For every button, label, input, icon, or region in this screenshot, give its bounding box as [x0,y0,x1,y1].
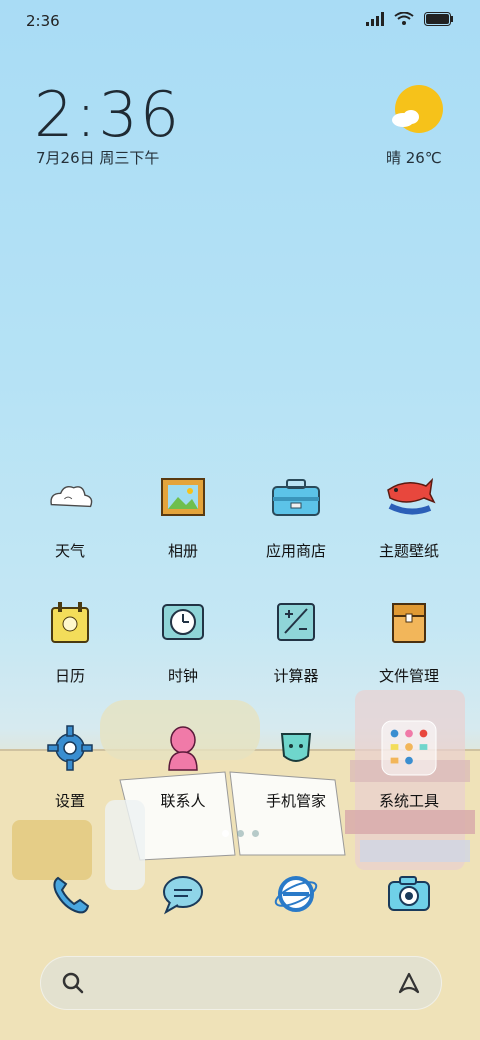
weather-text[interactable]: 晴 26℃ [386,147,442,168]
app-contacts[interactable]: 联系人 [128,720,238,811]
battery-icon [424,12,453,26]
dock-browser[interactable] [241,866,351,922]
app-label: 设置 [54,792,85,810]
app-clock[interactable]: 时钟 [128,595,238,686]
app-gallery[interactable]: 相册 [128,470,238,561]
page-indicator [0,830,480,837]
app-label: 联系人 [160,792,206,810]
status-time: 2:36 [26,12,60,30]
clock-widget-time[interactable]: 2:36 [34,78,181,151]
status-bar: 2:36 [0,0,480,44]
page-dot[interactable] [251,830,259,837]
shield-icon [280,733,312,762]
search-icon [62,972,84,994]
dock-phone[interactable] [15,866,125,922]
phone-icon [53,876,90,914]
clock-icon [162,604,204,640]
clock-widget-date[interactable]: 7月26日 周三下午 [36,147,159,168]
sunny-cloud-icon[interactable] [391,84,443,136]
app-calendar[interactable]: 日历 [15,595,125,686]
wifi-icon [394,12,414,25]
assistant-icon[interactable] [396,970,422,996]
message-icon [163,876,203,915]
app-themes[interactable]: 主题壁纸 [354,470,464,561]
person-icon [168,726,198,771]
app-calculator[interactable]: 计算器 [241,595,351,686]
app-system-tools[interactable]: 系统工具 [354,720,464,811]
app-label: 相册 [167,542,198,560]
app-label: 应用商店 [265,542,326,560]
calendar-icon [51,602,89,643]
dock-messages[interactable] [128,866,238,922]
app-phone-manager[interactable]: 手机管家 [241,720,351,811]
tools-folder-icon [381,720,437,776]
app-weather[interactable]: 天气 [15,470,125,561]
app-label: 计算器 [273,667,319,685]
app-label: 手机管家 [265,792,326,810]
app-label: 天气 [54,542,85,560]
toolbox-icon [272,479,320,516]
gear-icon [47,725,93,771]
calculator-icon [277,603,315,641]
app-label: 时钟 [167,667,198,685]
cloud-icon [50,485,93,508]
browser-icon [274,876,318,912]
folder-icon [392,603,426,643]
app-label: 主题壁纸 [378,542,439,560]
picture-frame-icon [161,478,205,516]
app-settings[interactable]: 设置 [15,720,125,811]
app-label: 日历 [54,667,85,685]
page-dot[interactable] [236,830,244,837]
app-label: 系统工具 [378,792,439,810]
app-store[interactable]: 应用商店 [241,470,351,561]
page-dot[interactable] [221,830,229,837]
app-label: 文件管理 [378,667,439,685]
dock-camera[interactable] [354,866,464,922]
home-screen: { "status_bar": { "time": "2:36" }, "clo… [0,0,480,1040]
koi-fish-icon [387,477,436,515]
camera-icon [388,876,430,911]
app-file-manager[interactable]: 文件管理 [354,595,464,686]
signal-icon [366,12,384,26]
search-bar[interactable] [40,956,442,1010]
